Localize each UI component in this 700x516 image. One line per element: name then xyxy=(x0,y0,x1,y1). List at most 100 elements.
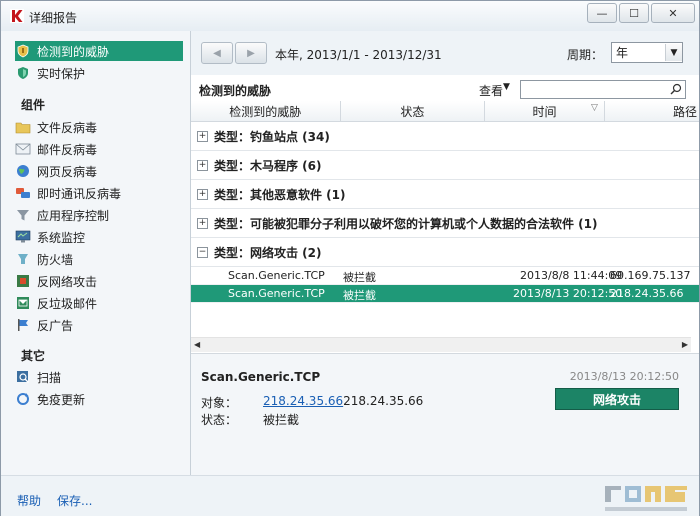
sidebar-item-label: 检测到的威胁 xyxy=(37,44,110,59)
detail-object-text: 218.24.35.66 xyxy=(343,394,424,408)
group-row-label: 类型：可能被犯罪分子利用以破坏您的计算机或个人数据的合法软件 (1) xyxy=(214,216,598,231)
sidebar-item-label: 反广告 xyxy=(37,318,74,333)
network-attack-button[interactable]: 网络攻击 xyxy=(555,388,679,410)
minimize-icon: — xyxy=(596,6,608,20)
detail-status-value: 被拦截 xyxy=(263,413,300,427)
shield-icon xyxy=(15,65,31,81)
window-title: 详细报告 xyxy=(29,11,78,25)
cell-status: 被拦截 xyxy=(343,271,376,284)
sidebar-item-firewall[interactable]: 防火墙 xyxy=(15,249,183,269)
group-label-other: 其它 xyxy=(21,349,46,363)
column-time-label: 时间 xyxy=(532,104,557,119)
section-header: 检测到的威胁 查看 ▼ xyxy=(191,77,699,102)
title-bar: 详细报告 — ☐ ✕ xyxy=(1,1,699,32)
sidebar-item-update[interactable]: 免疫更新 xyxy=(15,389,183,409)
collapse-icon[interactable]: − xyxy=(197,246,208,258)
date-range: 本年, 2013/1/1 - 2013/12/31 xyxy=(275,48,442,62)
threat-list: + 类型：钓鱼站点 (34) + 类型：木马程序 (6) + 类型：其他恶意软件… xyxy=(191,122,699,366)
detail-status-label: 状态： xyxy=(201,413,238,427)
cell-threat: Scan.Generic.TCP xyxy=(228,269,325,282)
group-label-components: 组件 xyxy=(21,98,46,112)
minimize-button[interactable]: — xyxy=(587,3,617,23)
sidebar-item-application-control[interactable]: 应用程序控制 xyxy=(15,205,183,225)
close-button[interactable]: ✕ xyxy=(651,3,695,23)
expand-icon[interactable]: + xyxy=(197,217,208,229)
expand-icon[interactable]: + xyxy=(197,130,208,142)
globe-icon xyxy=(15,163,31,179)
group-row-network-attack[interactable]: − 类型：网络攻击 (2) xyxy=(191,238,699,267)
table-row-selected[interactable]: Scan.Generic.TCP 被拦截 2013/8/13 20:12:50 … xyxy=(191,285,699,303)
sort-desc-icon: ▽ xyxy=(591,103,598,113)
update-icon xyxy=(15,391,31,407)
horizontal-scrollbar[interactable]: ◀ ▶ xyxy=(191,337,691,352)
column-threat[interactable]: 检测到的威胁 xyxy=(191,101,341,121)
group-row-phishing[interactable]: + 类型：钓鱼站点 (34) xyxy=(191,122,699,151)
next-period-button[interactable]: ▶ xyxy=(235,42,267,64)
footer: 帮助 保存... xyxy=(1,475,699,516)
column-header: 检测到的威胁 状态 时间 ▽ 路径 xyxy=(191,101,699,122)
report-content: ◀ ▶ 本年, 2013/1/1 - 2013/12/31 周期： 年 ▼ 检测… xyxy=(191,31,699,476)
maximize-icon: ☐ xyxy=(629,6,639,20)
sidebar-item-mail-antivirus[interactable]: 邮件反病毒 xyxy=(15,139,183,159)
scan-icon xyxy=(15,369,31,385)
maximize-button[interactable]: ☐ xyxy=(619,3,649,23)
sidebar-item-system-watcher[interactable]: 系统监控 xyxy=(15,227,183,247)
save-link[interactable]: 保存... xyxy=(57,492,92,509)
threat-details: Scan.Generic.TCP 2013/8/13 20:12:50 对象： … xyxy=(191,353,699,476)
arrow-right-icon: ▶ xyxy=(247,47,255,59)
sidebar-item-scan[interactable]: 扫描 xyxy=(15,367,183,387)
monitor-icon xyxy=(15,229,31,245)
view-menu[interactable]: 查看 xyxy=(479,82,503,99)
sidebar-item-anti-spam[interactable]: 反垃圾邮件 xyxy=(15,293,183,313)
sidebar-item-detected-threats[interactable]: 检测到的威胁 xyxy=(15,41,183,61)
sidebar-item-anti-banner[interactable]: 反广告 xyxy=(15,315,183,335)
close-icon: ✕ xyxy=(668,6,678,20)
column-status[interactable]: 状态 xyxy=(341,101,486,121)
scroll-right-icon[interactable]: ▶ xyxy=(682,340,688,349)
table-row[interactable]: Scan.Generic.TCP 被拦截 2013/8/8 11:44:09 6… xyxy=(191,267,699,285)
sidebar-item-label: 邮件反病毒 xyxy=(37,142,98,157)
group-row-label: 类型：网络攻击 (2) xyxy=(214,245,322,260)
search-input[interactable] xyxy=(520,80,686,99)
expand-icon[interactable]: + xyxy=(197,159,208,171)
sidebar-item-web-antivirus[interactable]: 网页反病毒 xyxy=(15,161,183,181)
search-icon[interactable] xyxy=(670,83,682,95)
column-time[interactable]: 时间 ▽ xyxy=(485,101,605,121)
previous-period-button[interactable]: ◀ xyxy=(201,42,233,64)
sidebar-item-label: 网页反病毒 xyxy=(37,164,98,179)
sidebar-item-file-antivirus[interactable]: 文件反病毒 xyxy=(15,117,183,137)
view-caret-icon[interactable]: ▼ xyxy=(503,82,510,92)
column-path[interactable]: 路径 xyxy=(605,101,699,121)
detail-time: 2013/8/13 20:12:50 xyxy=(569,370,679,383)
chat-icon xyxy=(15,185,31,201)
folder-icon xyxy=(15,119,31,135)
report-window: 详细报告 — ☐ ✕ 检测到的威胁 实时保护 组件 文件反病毒 邮件反病毒 网页… xyxy=(0,0,700,516)
group-row-legit-software[interactable]: + 类型：可能被犯罪分子利用以破坏您的计算机或个人数据的合法软件 (1) xyxy=(191,209,699,238)
sidebar-item-im-antivirus[interactable]: 即时通讯反病毒 xyxy=(15,183,183,203)
sidebar-item-label: 文件反病毒 xyxy=(37,120,98,135)
anti-spam-icon xyxy=(15,295,31,311)
sidebar-item-label: 反网络攻击 xyxy=(37,274,98,289)
group-row-trojan[interactable]: + 类型：木马程序 (6) xyxy=(191,151,699,180)
network-attack-icon xyxy=(15,273,31,289)
expand-icon[interactable]: + xyxy=(197,188,208,200)
cell-threat: Scan.Generic.TCP xyxy=(228,287,325,300)
detail-object-label: 对象： xyxy=(201,396,238,410)
help-link[interactable]: 帮助 xyxy=(17,492,41,509)
period-select[interactable]: 年 ▼ xyxy=(611,42,683,63)
sidebar-item-label: 扫描 xyxy=(37,370,62,385)
shield-warning-icon xyxy=(15,43,31,59)
detail-object-link[interactable]: 218.24.35.66 xyxy=(263,394,343,408)
sidebar-item-network-attack-blocker[interactable]: 反网络攻击 xyxy=(15,271,183,291)
scroll-left-icon[interactable]: ◀ xyxy=(194,340,200,349)
sidebar-item-label: 防火墙 xyxy=(37,252,74,267)
chevron-down-icon: ▼ xyxy=(665,44,682,61)
sidebar-item-realtime-protection[interactable]: 实时保护 xyxy=(15,63,183,83)
cell-status: 被拦截 xyxy=(343,289,376,302)
group-row-other-malware[interactable]: + 类型：其他恶意软件 (1) xyxy=(191,180,699,209)
period-toolbar: ◀ ▶ 本年, 2013/1/1 - 2013/12/31 周期： 年 ▼ xyxy=(191,31,699,75)
period-label: 周期： xyxy=(567,48,604,62)
group-row-label: 类型：钓鱼站点 (34) xyxy=(214,129,330,144)
period-value: 年 xyxy=(616,46,629,60)
sidebar-item-label: 实时保护 xyxy=(37,66,86,81)
